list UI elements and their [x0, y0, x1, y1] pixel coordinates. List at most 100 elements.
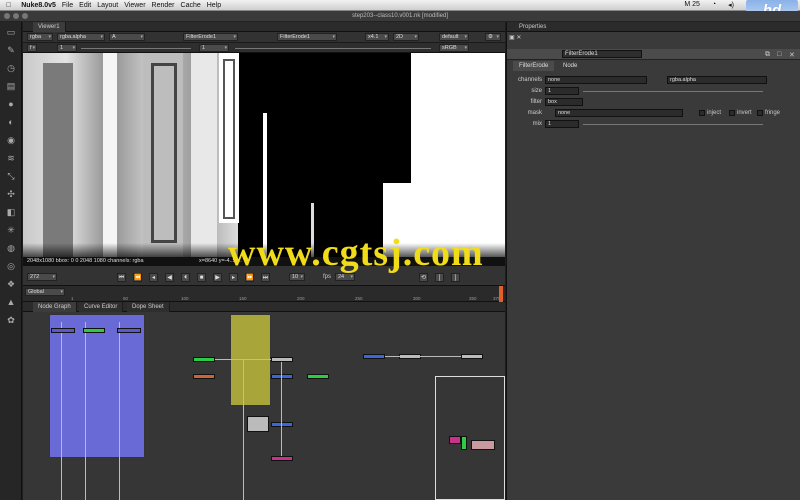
float-panel-icon[interactable]: ⧉ [765, 51, 770, 59]
time-tool-icon[interactable]: ◷ [5, 62, 17, 74]
status-text[interactable]: M 25 [684, 1, 700, 9]
input-a-dropdown[interactable]: A [109, 33, 145, 41]
menu-help[interactable]: Help [207, 2, 221, 9]
view-mode-dropdown[interactable]: 2D [393, 33, 419, 41]
range-dropdown[interactable]: Global [25, 288, 65, 296]
image-tool-icon[interactable]: ▭ [5, 26, 17, 38]
wifi-icon[interactable]: ◔ [712, 1, 716, 9]
menu-layout[interactable]: Layout [97, 2, 118, 9]
node[interactable] [449, 436, 461, 444]
node-name-field[interactable]: FilterErode1 [562, 50, 642, 58]
maximize-icon[interactable]: □ [777, 51, 781, 58]
zoom-dropdown[interactable]: x4.1 [365, 33, 389, 41]
backdrop-olive[interactable] [230, 314, 271, 406]
menu-render[interactable]: Render [152, 2, 175, 9]
close-window-button[interactable] [4, 13, 10, 19]
timeline-ruler[interactable]: Global 1 50 100 150 200 250 300 350 375 [23, 286, 505, 302]
node[interactable] [271, 422, 293, 427]
step-back-button[interactable]: ⏴ [181, 273, 190, 282]
channels-value-dropdown[interactable]: none [545, 76, 647, 84]
lut-dropdown[interactable]: default [439, 33, 469, 41]
node[interactable] [51, 328, 75, 333]
node[interactable] [461, 354, 483, 359]
invert-checkbox[interactable] [729, 110, 735, 116]
gamma-slider[interactable] [235, 48, 431, 49]
tab-filtererode[interactable]: FilterErode [513, 61, 555, 71]
node-graph[interactable] [23, 312, 505, 500]
frame-field[interactable]: 272 [27, 273, 57, 281]
display-dropdown[interactable]: sRGB [439, 44, 469, 52]
node[interactable] [307, 374, 329, 379]
tab-node[interactable]: Node [557, 61, 583, 71]
alpha-channel-dropdown[interactable]: rgba.alpha [667, 76, 767, 84]
node[interactable] [271, 374, 293, 379]
proxy-field[interactable]: 1 [199, 44, 229, 52]
3d-tool-icon[interactable]: ✣ [5, 188, 17, 200]
fringe-checkbox[interactable] [757, 110, 763, 116]
mask-dropdown[interactable]: none [555, 109, 683, 117]
apple-icon[interactable]:  [6, 2, 11, 9]
stop-button[interactable]: ■ [197, 273, 206, 282]
tab-dope-sheet[interactable]: Dope Sheet [127, 302, 170, 312]
node[interactable] [83, 328, 105, 333]
channels-dropdown[interactable]: rgba [27, 33, 53, 41]
metadata-tool-icon[interactable]: ✳ [5, 224, 17, 236]
menu-file[interactable]: File [62, 2, 73, 9]
inject-checkbox[interactable] [699, 110, 705, 116]
fstop-button[interactable]: f [27, 44, 37, 52]
zoom-window-button[interactable] [22, 13, 28, 19]
menu-cache[interactable]: Cache [181, 2, 201, 9]
input-a-node-dropdown[interactable]: FilterErode1 [183, 33, 238, 41]
merge-tool-icon[interactable]: ≋ [5, 152, 17, 164]
color-tool-icon[interactable]: ● [5, 98, 17, 110]
transform-tool-icon[interactable]: ⤡ [5, 170, 17, 182]
close-icon[interactable]: ✕ [789, 51, 795, 59]
node[interactable] [193, 357, 215, 362]
alpha-dropdown[interactable]: rgba.alpha [57, 33, 105, 41]
playhead[interactable] [499, 286, 503, 302]
gain-field[interactable]: 1 [57, 44, 77, 52]
filter-tool-icon[interactable]: ◐ [5, 116, 17, 128]
node[interactable] [247, 416, 269, 432]
menu-edit[interactable]: Edit [79, 2, 91, 9]
play-backward-button[interactable]: ◀ [165, 273, 174, 282]
menu-viewer[interactable]: Viewer [124, 2, 145, 9]
max-panels-icon[interactable]: ▣ [509, 35, 515, 41]
size-slider[interactable] [583, 91, 763, 92]
clear-panels-icon[interactable]: ✕ [516, 35, 521, 41]
backdrop-blue[interactable] [49, 314, 145, 458]
keyer-tool-icon[interactable]: ◉ [5, 134, 17, 146]
input-b-node-dropdown[interactable]: FilterErode1 [277, 33, 337, 41]
size-field[interactable]: 1 [545, 87, 579, 95]
node[interactable] [471, 440, 495, 450]
settings-icon[interactable]: ⚙ [485, 33, 501, 41]
viewer-image[interactable] [23, 53, 505, 257]
furnace-tool-icon[interactable]: ▲ [5, 296, 17, 308]
tab-viewer1[interactable]: Viewer1 [33, 22, 66, 32]
node[interactable] [193, 374, 215, 379]
prev-frame-button[interactable]: ◂ [149, 273, 158, 282]
volume-icon[interactable]: ◂) [728, 1, 734, 9]
channel-tool-icon[interactable]: ▤ [5, 80, 17, 92]
tab-node-graph[interactable]: Node Graph [33, 302, 77, 312]
node[interactable] [271, 456, 293, 461]
gain-slider[interactable] [81, 48, 191, 49]
node[interactable] [271, 357, 293, 362]
other-tool-icon[interactable]: ❖ [5, 278, 17, 290]
plugin-tool-icon[interactable]: ✿ [5, 314, 17, 326]
particles-tool-icon[interactable]: ◍ [5, 242, 17, 254]
tab-curve-editor[interactable]: Curve Editor [79, 302, 124, 312]
play-button[interactable]: ▶ [213, 273, 222, 282]
node[interactable] [117, 328, 141, 333]
node[interactable] [461, 436, 467, 450]
node[interactable] [363, 354, 385, 359]
filter-dropdown[interactable]: box [545, 98, 583, 106]
mix-slider[interactable] [583, 124, 763, 125]
minimize-window-button[interactable] [13, 13, 19, 19]
mix-field[interactable]: 1 [545, 120, 579, 128]
deep-tool-icon[interactable]: ◎ [5, 260, 17, 272]
prev-key-button[interactable]: ⏪ [133, 273, 142, 282]
views-tool-icon[interactable]: ◧ [5, 206, 17, 218]
draw-tool-icon[interactable]: ✎ [5, 44, 17, 56]
menu-app-name[interactable]: Nuke8.0v5 [21, 2, 56, 9]
